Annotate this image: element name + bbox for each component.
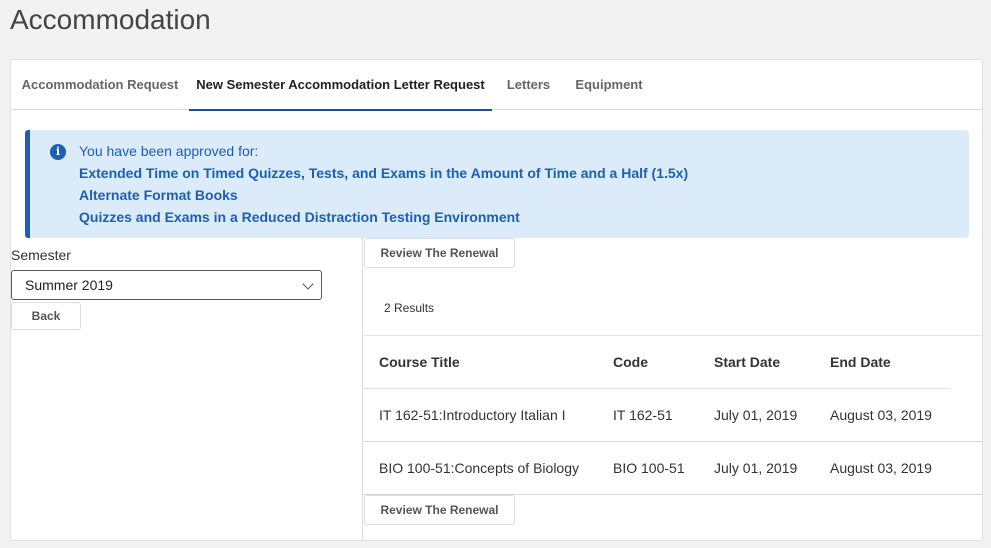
column-header-code[interactable]: Code xyxy=(613,354,648,370)
info-icon: i xyxy=(50,144,66,160)
table-cell-course-title: BIO 100-51:Concepts of Biology xyxy=(379,460,580,476)
semester-label: Semester xyxy=(11,247,71,263)
table-cell-end-date: August 03, 2019 xyxy=(830,407,932,423)
divider xyxy=(363,441,982,442)
approval-alert: i You have been approved for: Extended T… xyxy=(25,130,969,238)
table-cell-start-date: July 01, 2019 xyxy=(714,460,798,476)
approved-accommodation-item: Extended Time on Timed Quizzes, Tests, a… xyxy=(79,165,689,181)
table-cell-code: BIO 100-51 xyxy=(613,460,685,476)
divider xyxy=(363,388,950,389)
review-renewal-button-bottom[interactable]: Review The Renewal xyxy=(364,495,515,525)
table-cell-course-title: IT 162-51:Introductory Italian I xyxy=(379,407,566,423)
accommodation-card: Accommodation Request New Semester Accom… xyxy=(10,59,983,541)
approved-accommodation-item: Quizzes and Exams in a Reduced Distracti… xyxy=(79,209,520,225)
results-panel: Review The Renewal 2 Results Course Titl… xyxy=(363,238,982,541)
table-cell-end-date: August 03, 2019 xyxy=(830,460,932,476)
column-header-course-title[interactable]: Course Title xyxy=(379,354,460,370)
column-header-end-date[interactable]: End Date xyxy=(830,354,891,370)
page-title: Accommodation xyxy=(10,4,211,35)
alert-heading: You have been approved for: xyxy=(79,143,259,159)
back-button[interactable]: Back xyxy=(11,302,81,330)
semester-select[interactable]: Summer 2019 xyxy=(11,270,322,300)
tab-bar: Accommodation Request New Semester Accom… xyxy=(11,60,982,111)
semester-panel: Semester Summer 2019 Back xyxy=(11,238,363,541)
tab-letters[interactable]: Letters xyxy=(492,60,565,110)
column-header-start-date[interactable]: Start Date xyxy=(714,354,780,370)
table-cell-start-date: July 01, 2019 xyxy=(714,407,798,423)
divider xyxy=(363,335,982,336)
tab-equipment[interactable]: Equipment xyxy=(565,60,653,110)
tab-new-semester-letter-request[interactable]: New Semester Accommodation Letter Reques… xyxy=(189,60,492,111)
review-renewal-button-top[interactable]: Review The Renewal xyxy=(364,238,515,268)
tab-accommodation-request[interactable]: Accommodation Request xyxy=(11,60,189,110)
semester-select-value: Summer 2019 xyxy=(25,277,113,293)
results-count: 2 Results xyxy=(384,301,435,315)
table-cell-code: IT 162-51 xyxy=(613,407,673,423)
approved-accommodation-item: Alternate Format Books xyxy=(79,187,238,203)
chevron-down-icon xyxy=(302,278,314,290)
